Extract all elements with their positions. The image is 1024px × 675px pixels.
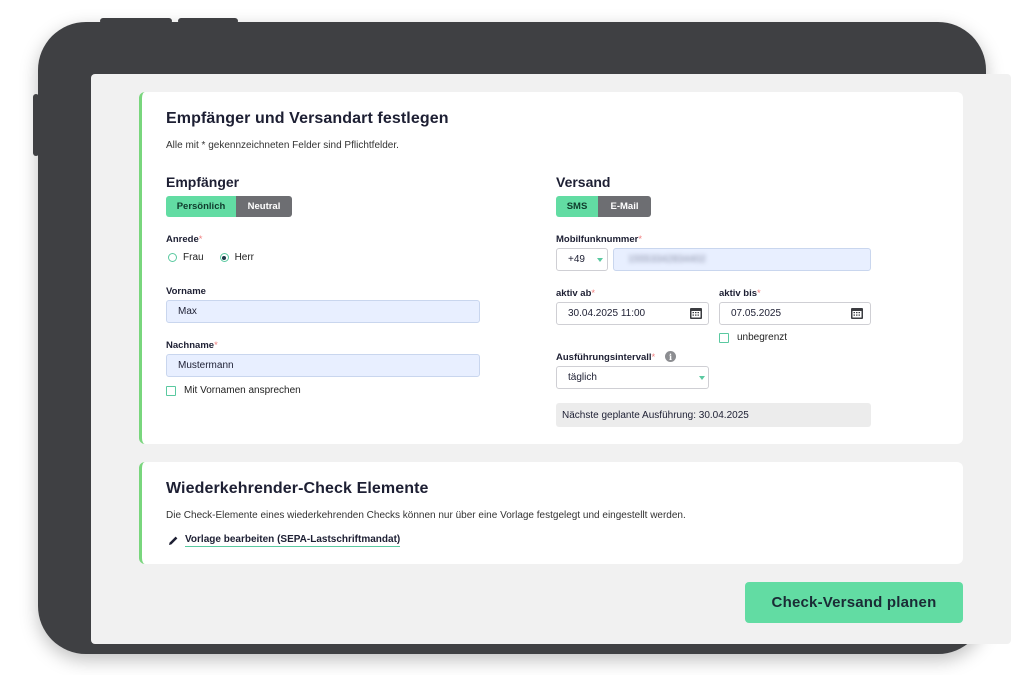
recipient-heading: Empfänger [166,174,240,190]
active-from-input[interactable]: 30.04.2025 11:00 [556,302,709,325]
active-from-value: 30.04.2025 11:00 [568,308,646,319]
recipient-type-toggle: Persönlich Neutral [166,196,292,217]
radio-herr-label: Herr [234,252,255,263]
toggle-neutral[interactable]: Neutral [236,196,292,217]
unlimited-row: unbegrenzt [719,332,787,343]
tablet-screen: Empfänger und Versandart festlegen Alle … [91,74,1011,644]
recipient-shipping-card: Empfänger und Versandart festlegen Alle … [139,92,963,444]
calendar-icon[interactable] [851,308,863,319]
country-code-value: +49 [568,254,585,265]
mobile-label: Mobilfunknummer* [556,234,643,245]
recurring-check-card: Wiederkehrender-Check Elemente Die Check… [139,462,963,564]
toggle-email[interactable]: E-Mail [598,196,651,217]
mobile-number-value: 15553342834402 [628,254,706,265]
chevron-down-icon [597,258,603,262]
active-until-label: aktiv bis* [719,288,761,299]
required-fields-note: Alle mit * gekennzeichneten Felder sind … [166,140,399,151]
unlimited-checkbox[interactable] [719,332,729,343]
schedule-check-button[interactable]: Check-Versand planen [745,582,963,623]
salutation-label: Anrede* [166,234,203,245]
calendar-icon[interactable] [690,308,702,319]
tablet-frame: Empfänger und Versandart festlegen Alle … [33,18,1011,654]
address-by-firstname-label: Mit Vornamen ansprechen [184,385,301,396]
info-icon[interactable]: i [665,351,676,362]
radio-frau-label: Frau [183,252,204,263]
tablet-top-button-2 [178,18,238,24]
next-run-info: Nächste geplante Ausführung: 30.04.2025 [556,403,871,427]
interval-value: täglich [568,372,597,383]
firstname-value: Max [178,306,197,317]
address-by-firstname-checkbox[interactable] [166,385,176,396]
address-by-firstname-row: Mit Vornamen ansprechen [166,385,301,396]
edit-template-link[interactable]: Vorlage bearbeiten (SEPA-Lastschriftmand… [185,534,401,547]
active-until-value: 07.05.2025 [731,308,782,319]
mobile-number-input[interactable]: 15553342834402 [613,248,871,271]
interval-label: Ausführungsintervall* [556,352,656,363]
lastname-value: Mustermann [178,360,234,371]
chevron-down-icon [699,376,705,380]
unlimited-label: unbegrenzt [737,332,788,343]
toggle-sms[interactable]: SMS [556,196,598,217]
lastname-input[interactable]: Mustermann [166,354,480,377]
radio-frau[interactable] [168,253,177,262]
lastname-label: Nachname* [166,340,218,351]
active-from-label: aktiv ab* [556,288,596,299]
interval-select[interactable]: täglich [556,366,709,389]
radio-herr[interactable] [219,253,229,262]
firstname-label: Vorname [166,286,206,297]
pencil-icon [169,536,178,545]
card-description: Die Check-Elemente eines wiederkehrenden… [166,510,686,521]
shipping-type-toggle: SMS E-Mail [556,196,651,217]
active-until-input[interactable]: 07.05.2025 [719,302,871,325]
edit-template-link-row: Vorlage bearbeiten (SEPA-Lastschriftmand… [168,534,401,547]
firstname-input[interactable]: Max [166,300,480,323]
salutation-radio-group: Frau Herr [168,252,254,263]
tablet-side-button [33,94,39,156]
toggle-personal[interactable]: Persönlich [166,196,236,217]
card-title: Empfänger und Versandart festlegen [166,110,449,127]
tablet-top-button [100,18,172,24]
shipping-heading: Versand [556,174,611,190]
card-title: Wiederkehrender-Check Elemente [166,480,429,497]
